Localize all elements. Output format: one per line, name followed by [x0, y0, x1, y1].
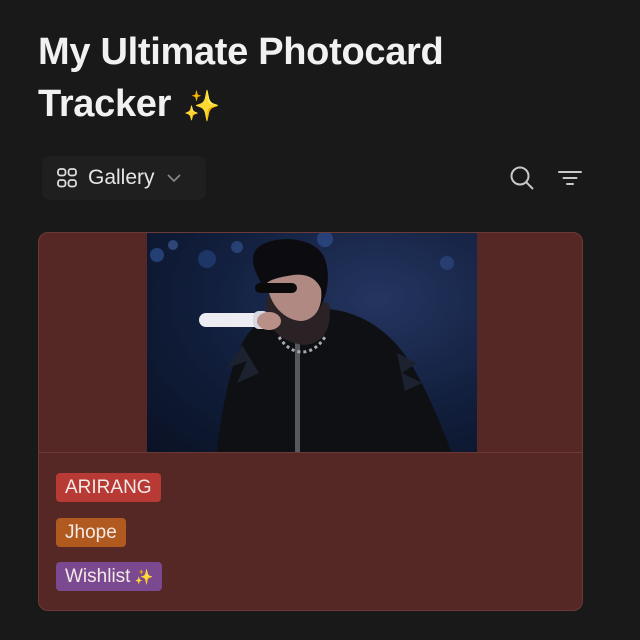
tag-wishlist: Wishlist ✨ — [56, 562, 163, 591]
tag-label: Jhope — [65, 522, 117, 543]
chevron-down-icon — [165, 169, 183, 187]
tag-jhope: Jhope — [56, 518, 126, 547]
sparkles-emoji-icon: ✨ — [183, 90, 221, 123]
tag-label: ARIRANG — [65, 477, 152, 498]
gallery-view-tab[interactable]: Gallery — [42, 156, 206, 200]
gallery-view-label: Gallery — [88, 166, 155, 189]
page-title-text: My Ultimate Photocard Tracker — [38, 31, 444, 125]
tag-label: Wishlist — [65, 566, 131, 587]
search-icon[interactable] — [508, 164, 536, 192]
page-root: My Ultimate Photocard Tracker ✨ Gallery — [0, 0, 640, 640]
tag-arirang: ARIRANG — [56, 473, 161, 502]
gallery-grid-icon — [56, 167, 78, 189]
card-cover-image — [147, 233, 477, 453]
filter-icon[interactable] — [556, 164, 584, 192]
page-title: My Ultimate Photocard Tracker ✨ — [38, 26, 558, 133]
gallery-card[interactable]: ARIRANG Jhope Wishlist ✨ — [38, 232, 583, 611]
sparkles-emoji-icon: ✨ — [134, 569, 154, 586]
card-divider — [39, 452, 582, 453]
